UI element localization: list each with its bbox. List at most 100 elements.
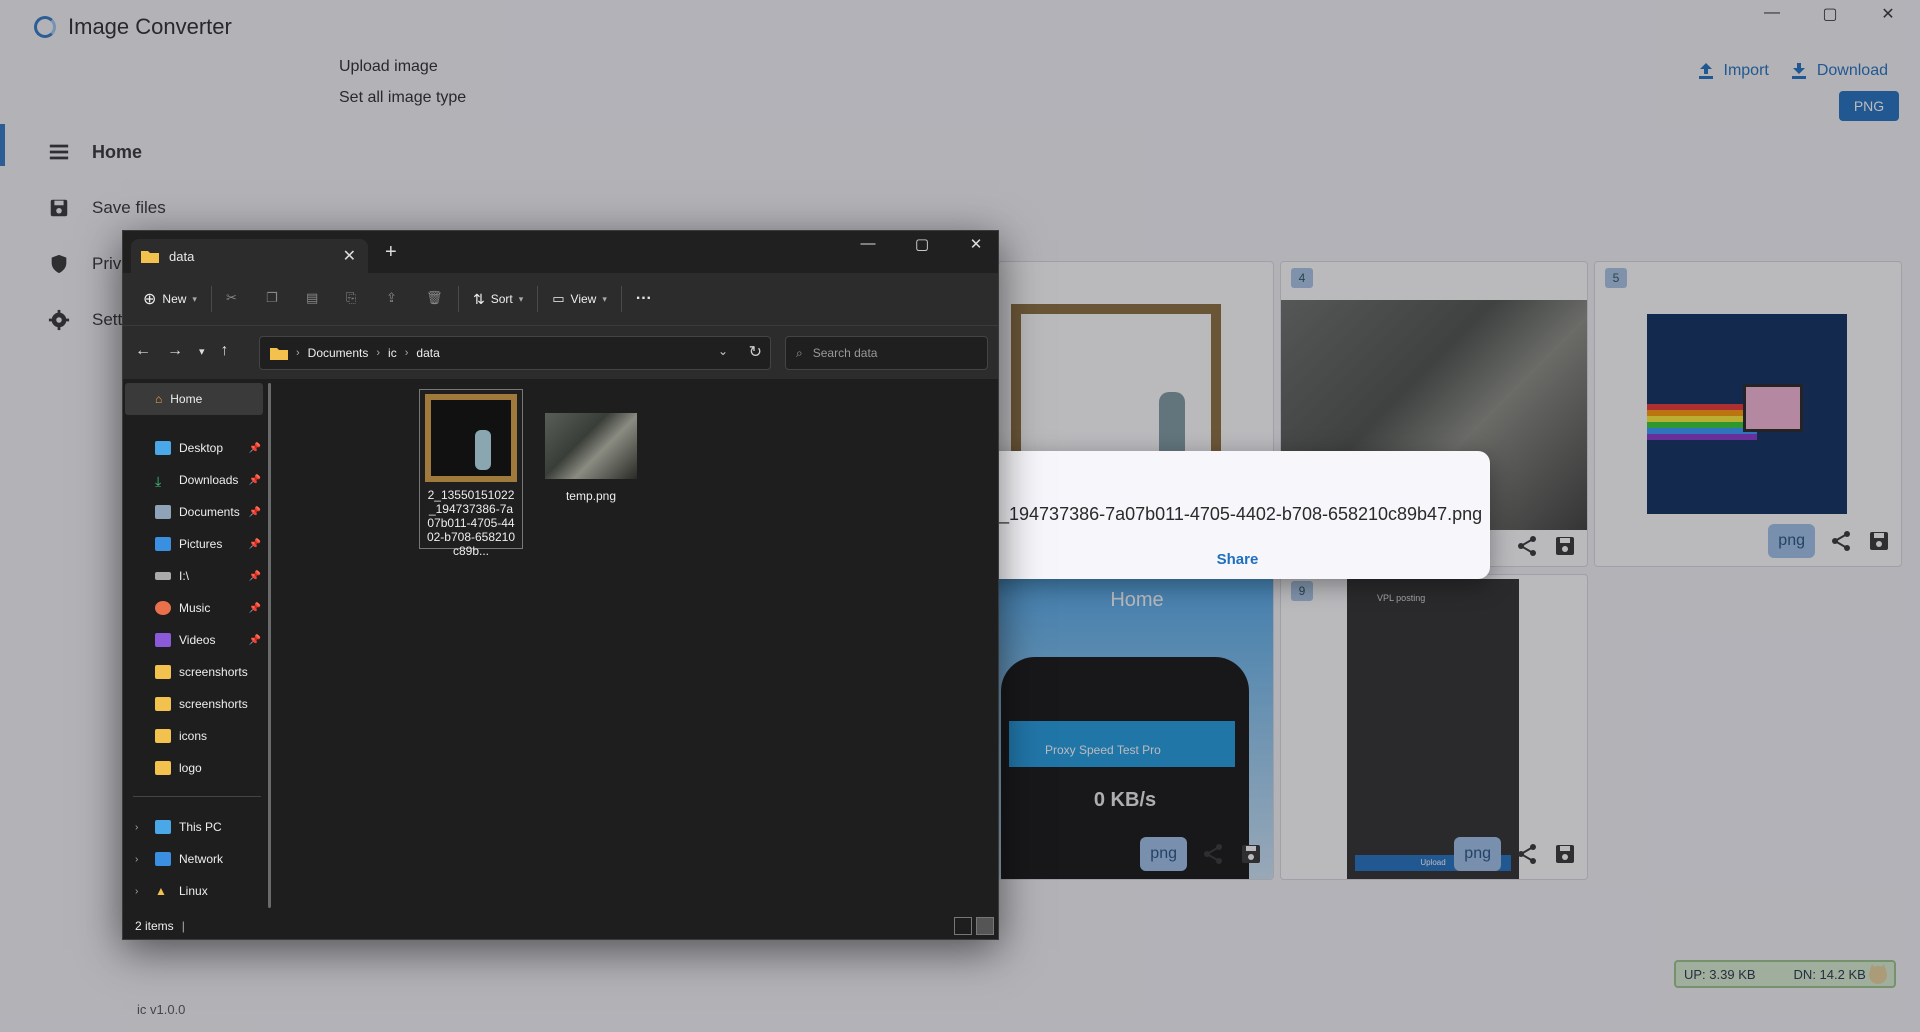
save-icon[interactable] bbox=[1867, 529, 1891, 553]
file-item[interactable]: 2_13550151022_194737386-7a07b011-4705-44… bbox=[419, 389, 523, 558]
sidebar-item-music[interactable]: Music 📌 bbox=[123, 592, 271, 624]
chevron-down-icon: ▾ bbox=[602, 293, 607, 304]
pin-icon: 📌 bbox=[248, 506, 261, 518]
large-icons-view-icon[interactable] bbox=[976, 917, 994, 935]
set-image-type-link[interactable]: Set all image type bbox=[339, 89, 466, 120]
refresh-icon[interactable]: ↻ bbox=[749, 342, 762, 362]
share-icon[interactable] bbox=[1515, 842, 1539, 866]
card-speed-title: Proxy Speed Test Pro bbox=[1009, 721, 1235, 767]
more-options-button[interactable]: ··· bbox=[636, 290, 652, 308]
sidebar-item-folder[interactable]: screenshorts bbox=[123, 656, 271, 688]
sidebar-item-drive-i[interactable]: I:\ 📌 bbox=[123, 560, 271, 592]
card-tools: png bbox=[1454, 837, 1577, 871]
explorer-minimize-button[interactable]: — bbox=[858, 235, 878, 253]
breadcrumb-data[interactable]: data bbox=[416, 346, 439, 360]
new-tab-button[interactable]: + bbox=[385, 241, 397, 264]
cut-icon[interactable]: ✂ bbox=[226, 290, 244, 308]
sidebar-item-network[interactable]: › Network bbox=[123, 843, 271, 875]
sidebar-item-folder[interactable]: logo bbox=[123, 752, 271, 784]
close-button[interactable]: ✕ bbox=[1878, 4, 1898, 24]
share-icon[interactable] bbox=[1515, 534, 1539, 558]
upload-image-link[interactable]: Upload image bbox=[339, 58, 466, 89]
details-view-icon[interactable] bbox=[954, 917, 972, 935]
tab-close-icon[interactable]: ✕ bbox=[343, 246, 356, 266]
toast-share-button[interactable]: Share bbox=[985, 551, 1490, 568]
save-icon[interactable] bbox=[1239, 842, 1263, 866]
expand-chevron-icon[interactable]: › bbox=[135, 822, 138, 833]
nav-item-save-files[interactable]: Save files bbox=[0, 180, 300, 236]
top-links: Upload image Set all image type bbox=[339, 58, 466, 120]
sidebar-label: Videos bbox=[179, 633, 216, 647]
sidebar-item-videos[interactable]: Videos 📌 bbox=[123, 624, 271, 656]
sidebar-item-folder[interactable]: icons bbox=[123, 720, 271, 752]
breadcrumb-documents[interactable]: Documents bbox=[308, 346, 369, 360]
image-card[interactable]: 5 png bbox=[1594, 261, 1902, 567]
import-button[interactable]: Import bbox=[1698, 62, 1769, 80]
file-name: 2_13550151022_194737386-7a07b011-4705-44… bbox=[426, 488, 516, 558]
pin-icon: 📌 bbox=[248, 634, 261, 646]
layout-toggle bbox=[954, 917, 994, 935]
sidebar-item-this-pc[interactable]: › This PC bbox=[123, 811, 271, 843]
format-select-button[interactable]: PNG bbox=[1839, 91, 1899, 121]
status-bar: 2 items | bbox=[123, 913, 998, 939]
sidebar-item-downloads[interactable]: ⤓ Downloads 📌 bbox=[123, 464, 271, 496]
card-thumbnail: VPL posting Upload bbox=[1347, 579, 1519, 879]
download-button[interactable]: Download bbox=[1791, 62, 1888, 80]
address-dropdown-icon[interactable]: ⌄ bbox=[718, 344, 728, 358]
back-arrow-icon[interactable]: ← bbox=[135, 342, 151, 360]
share-icon[interactable] bbox=[1829, 529, 1853, 553]
sidebar-scrollbar[interactable] bbox=[268, 383, 271, 908]
maximize-button[interactable]: ▢ bbox=[1820, 4, 1840, 24]
format-chip[interactable]: png bbox=[1140, 837, 1187, 871]
sidebar-item-home[interactable]: ⌂ Home bbox=[125, 383, 263, 415]
breadcrumb-ic[interactable]: ic bbox=[388, 346, 397, 360]
new-button[interactable]: ⊕ New ▾ bbox=[143, 289, 197, 309]
copy-icon[interactable]: ❐ bbox=[266, 290, 284, 308]
sort-button[interactable]: ⇅ Sort ▾ bbox=[473, 291, 523, 308]
save-icon[interactable] bbox=[1553, 842, 1577, 866]
item-count: 2 items bbox=[135, 919, 174, 933]
sidebar-item-folder[interactable]: screenshorts bbox=[123, 688, 271, 720]
app-window-controls: — ▢ ✕ bbox=[1762, 4, 1898, 24]
file-explorer-window: data ✕ + — ▢ ✕ ⊕ New ▾ ✂ ❐ ▤ ⎘ ⇪ 🗑 ⇅ Sor… bbox=[122, 230, 999, 940]
format-chip[interactable]: png bbox=[1768, 524, 1815, 558]
sidebar-item-desktop[interactable]: Desktop 📌 bbox=[123, 432, 271, 464]
nav-label: Save files bbox=[92, 198, 166, 217]
download-label: Download bbox=[1816, 62, 1888, 79]
file-name: temp.png bbox=[565, 489, 617, 503]
sidebar-item-linux[interactable]: › ▲ Linux bbox=[123, 875, 271, 907]
search-input[interactable] bbox=[812, 346, 963, 360]
recent-chevron-icon[interactable]: ▾ bbox=[199, 342, 205, 360]
menu-icon bbox=[49, 144, 69, 160]
explorer-maximize-button[interactable]: ▢ bbox=[912, 235, 932, 253]
expand-chevron-icon[interactable]: › bbox=[135, 854, 138, 865]
view-button[interactable]: ▭ View ▾ bbox=[552, 291, 607, 307]
delete-icon[interactable]: 🗑 bbox=[426, 290, 444, 308]
up-arrow-icon[interactable]: ↑ bbox=[221, 342, 229, 360]
search-box[interactable]: ⌕ bbox=[785, 336, 988, 370]
save-icon[interactable] bbox=[1553, 534, 1577, 558]
sidebar-label: Documents bbox=[179, 505, 240, 519]
explorer-close-button[interactable]: ✕ bbox=[966, 235, 986, 253]
explorer-tab[interactable]: data ✕ bbox=[131, 239, 368, 273]
minimize-button[interactable]: — bbox=[1762, 4, 1782, 24]
file-list: 2_13550151022_194737386-7a07b011-4705-44… bbox=[281, 379, 998, 915]
sidebar-item-documents[interactable]: Documents 📌 bbox=[123, 496, 271, 528]
expand-chevron-icon[interactable]: › bbox=[135, 886, 138, 897]
image-card[interactable]: 9 VPL posting Upload png bbox=[1280, 574, 1588, 880]
download-icon bbox=[1791, 63, 1806, 79]
share-icon[interactable] bbox=[1201, 842, 1225, 866]
forward-arrow-icon[interactable]: → bbox=[167, 342, 183, 360]
nav-item-home[interactable]: Home bbox=[0, 124, 300, 180]
file-item[interactable]: temp.png bbox=[539, 389, 643, 509]
nav-label: Setti bbox=[92, 310, 127, 329]
sidebar-item-pictures[interactable]: Pictures 📌 bbox=[123, 528, 271, 560]
paste-icon[interactable]: ▤ bbox=[306, 290, 324, 308]
image-card[interactable]: Home Proxy Speed Test Pro 0 KB/s png bbox=[998, 574, 1274, 880]
tab-title: data bbox=[169, 248, 195, 264]
format-chip[interactable]: png bbox=[1454, 837, 1501, 871]
new-label: New bbox=[162, 292, 187, 306]
rename-icon[interactable]: ⎘ bbox=[346, 290, 364, 308]
share-icon[interactable]: ⇪ bbox=[386, 290, 404, 308]
address-bar[interactable]: › Documents › ic › data ⌄ ↻ bbox=[259, 336, 771, 370]
